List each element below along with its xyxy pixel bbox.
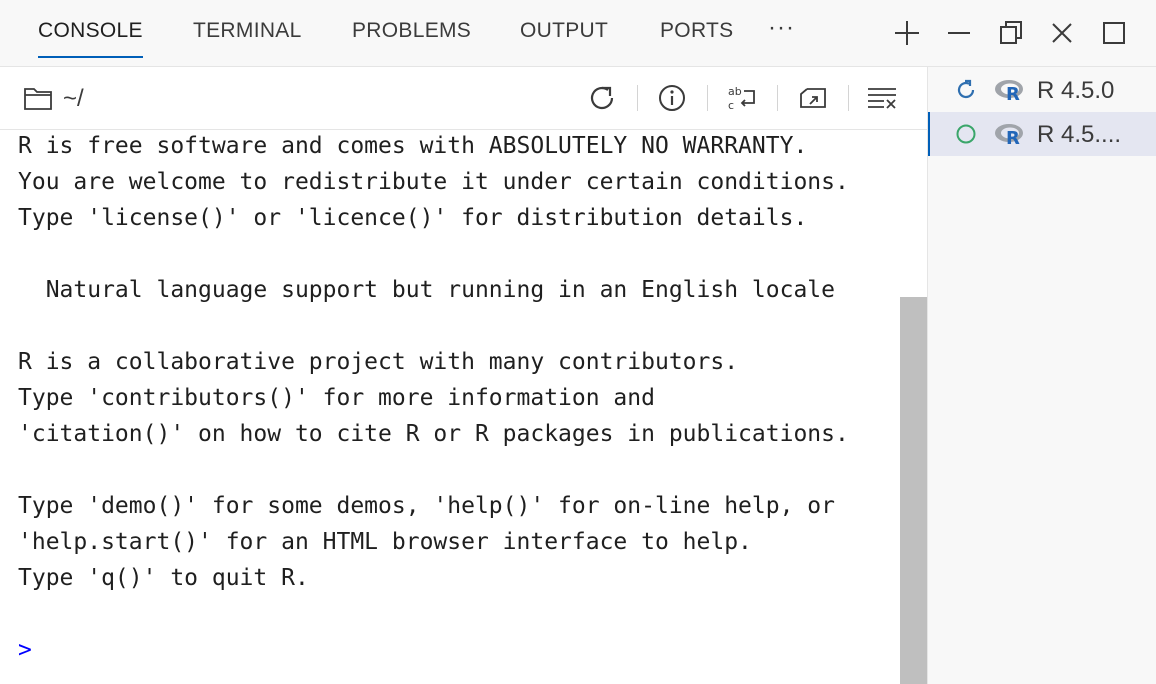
toolbar-separator — [707, 85, 708, 111]
working-directory: ~/ — [63, 85, 84, 112]
word-wrap-icon: ab c — [728, 85, 755, 112]
console-prompt[interactable]: > — [18, 637, 32, 663]
maximize-icon — [1103, 22, 1125, 44]
session-label: R 4.5.... — [1037, 121, 1122, 148]
console-line: R is free software and comes with ABSOLU… — [18, 133, 808, 159]
panel-tab-bar: CONSOLE TERMINAL PROBLEMS OUTPUT PORTS ·… — [0, 0, 1156, 67]
restore-panel-button[interactable] — [996, 18, 1026, 48]
session-item[interactable]: R R 4.5.0 — [928, 68, 1156, 112]
close-panel-button[interactable] — [1047, 18, 1077, 48]
svg-text:R: R — [1006, 128, 1020, 146]
console-line: R is a collaborative project with many c… — [18, 349, 739, 375]
toolbar-separator — [848, 85, 849, 111]
refresh-icon — [590, 86, 614, 110]
restart-button[interactable] — [586, 82, 618, 114]
close-icon — [1052, 23, 1072, 43]
svg-text:R: R — [1006, 84, 1020, 102]
toolbar-separator — [777, 85, 778, 111]
minimize-panel-button[interactable] — [944, 18, 974, 48]
tab-console[interactable]: CONSOLE — [38, 19, 143, 58]
minimize-icon — [948, 32, 970, 34]
console-header: ~/ ab c — [0, 67, 927, 130]
idle-status-icon — [956, 124, 976, 144]
plus-icon — [895, 21, 919, 45]
tab-terminal[interactable]: TERMINAL — [193, 19, 302, 43]
more-tabs-button[interactable]: ··· — [768, 14, 795, 42]
open-in-editor-button[interactable] — [797, 82, 829, 114]
console-line: 'citation()' on how to cite R or R packa… — [18, 421, 849, 447]
tab-ports[interactable]: PORTS — [660, 19, 733, 43]
console-line: Type 'license()' or 'licence()' for dist… — [18, 205, 808, 231]
console-line: Natural language support but running in … — [18, 277, 835, 303]
console-line: You are welcome to redistribute it under… — [18, 169, 849, 195]
info-icon — [659, 85, 685, 111]
console-line: Type 'demo()' for some demos, 'help()' f… — [18, 493, 835, 519]
r-logo-icon: R — [995, 80, 1023, 102]
tab-output[interactable]: OUTPUT — [520, 19, 608, 43]
tab-problems[interactable]: PROBLEMS — [352, 19, 471, 43]
session-label: R 4.5.0 — [1037, 77, 1115, 104]
maximize-panel-button[interactable] — [1099, 18, 1129, 48]
svg-text:ab: ab — [728, 85, 742, 98]
sessions-panel: R R 4.5.0 R R 4.5.... — [927, 67, 1156, 684]
restarting-icon — [957, 79, 975, 99]
open-in-editor-icon — [800, 88, 826, 108]
console-line: Type 'q()' to quit R. — [18, 565, 309, 591]
console-line: Type 'contributors()' for more informati… — [18, 385, 655, 411]
restore-icon — [1000, 21, 1022, 44]
console-line: 'help.start()' for an HTML browser inter… — [18, 529, 752, 555]
new-session-button[interactable] — [892, 18, 922, 48]
info-button[interactable] — [656, 82, 688, 114]
folder-icon[interactable] — [23, 85, 53, 111]
toolbar-separator — [637, 85, 638, 111]
word-wrap-button[interactable]: ab c — [726, 82, 758, 114]
clear-console-button[interactable] — [866, 82, 898, 114]
session-item[interactable]: R R 4.5.... — [928, 112, 1156, 156]
svg-text:c: c — [728, 99, 734, 112]
console-output[interactable]: R is free software and comes with ABSOLU… — [0, 130, 900, 684]
console-scrollbar-thumb[interactable] — [900, 297, 927, 684]
r-logo-icon: R — [995, 124, 1023, 146]
clear-console-icon — [868, 88, 896, 109]
